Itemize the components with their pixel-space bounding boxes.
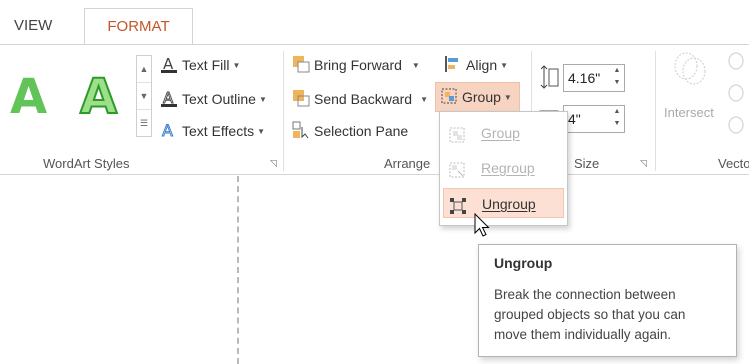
send-backward-label: Send Backward [314,91,413,107]
text-fill-label: Text Fill [182,57,230,73]
tab-view[interactable]: VIEW [14,8,52,44]
group-divider [283,51,284,171]
selection-pane-icon [292,121,310,139]
ungroup-icon [449,195,467,214]
selection-pane-label: Selection Pane [314,123,409,139]
group-dropdown-menu: Group Regroup Ungroup [439,111,568,226]
intersect-label[interactable]: Intersect [664,105,714,120]
chevron-down-icon: ▼ [503,93,512,102]
ribbon-tab-bar: VIEW FORMAT [0,0,749,45]
slide-guide-line [237,176,239,364]
regroup-icon [448,159,466,178]
menu-item-group[interactable]: Group [443,118,564,148]
wordart-style-2[interactable]: A [79,68,118,126]
svg-text:A: A [162,121,173,139]
size-group-label: Size [574,156,600,171]
gallery-up-icon[interactable]: ▲ [137,56,151,83]
chevron-down-icon: ▼ [411,61,420,70]
shape-width-field[interactable]: 4" ▲ ▼ [563,105,625,133]
chevron-down-icon: ▼ [420,95,428,104]
align-icon [444,55,462,73]
ribbon: A A ▲ ▼ ☰ A Text Fill ▼ A Text Outline ▼ A… [0,44,749,175]
shape-height-icon [538,65,560,94]
chevron-down-icon: ▼ [232,61,241,70]
tooltip-body: Break the connection between grouped obj… [494,287,686,342]
vector-group-label: Vecto [718,156,749,171]
tab-format[interactable]: FORMAT [84,8,193,45]
bring-forward-label: Bring Forward [314,57,402,73]
height-spinner[interactable]: ▲ ▼ [610,65,624,91]
arrange-group-label: Arrange [384,156,431,171]
shape-height-value: 4.16" [568,70,601,86]
menu-item-ungroup[interactable]: Ungroup [443,188,564,218]
text-effects-icon: A [160,121,178,141]
menu-item-label: Group [481,125,520,141]
text-effects-button[interactable]: A Text Effects ▼ [160,119,265,143]
gallery-down-icon[interactable]: ▼ [137,83,151,110]
text-outline-label: Text Outline [182,91,256,107]
text-fill-icon: A [160,55,178,74]
group-button[interactable]: Group ▼ [440,85,512,109]
ungroup-tooltip: Ungroup Break the connection between gro… [478,244,737,357]
wordart-style-1[interactable]: A [10,69,47,125]
wordart-gallery-scroll: ▲ ▼ ☰ [136,55,152,137]
menu-item-label: Regroup [481,160,535,176]
merge-shapes-icon [673,51,713,102]
mouse-cursor-icon [474,213,490,237]
group-label: Group [462,89,501,105]
chevron-down-icon: ▼ [258,95,267,104]
shape-width-value: 4" [568,111,581,127]
wordart-styles-group-label: WordArt Styles [43,156,130,171]
shape-height-field[interactable]: 4.16" ▲ ▼ [563,64,625,92]
width-spinner[interactable]: ▲ ▼ [610,106,624,132]
bring-forward-button[interactable]: Bring Forward ▼ [292,53,420,77]
gallery-more-icon[interactable]: ☰ [137,110,151,137]
group-icon [448,124,466,143]
text-effects-label: Text Effects [182,123,255,139]
send-backward-icon [292,89,310,107]
group-divider [655,51,656,171]
selection-pane-button[interactable]: Selection Pane [292,119,408,143]
chevron-down-icon: ▼ [257,127,266,136]
text-fill-button[interactable]: A Text Fill ▼ [160,53,240,77]
align-label: Align [466,57,498,73]
chevron-down-icon: ▼ [500,61,509,70]
group-icon [440,87,458,105]
combine-icon [722,51,749,144]
bring-forward-icon [292,55,310,73]
dialog-launcher-icon[interactable]: ◹ [640,158,647,169]
dialog-launcher-icon[interactable]: ◹ [270,158,277,169]
send-backward-button[interactable]: Send Backward ▼ [292,87,428,111]
text-outline-icon: A [160,89,178,108]
text-outline-button[interactable]: A Text Outline ▼ [160,87,267,111]
menu-item-regroup[interactable]: Regroup [443,153,564,183]
align-button[interactable]: Align ▼ [444,53,508,77]
tooltip-title: Ungroup [494,255,553,271]
